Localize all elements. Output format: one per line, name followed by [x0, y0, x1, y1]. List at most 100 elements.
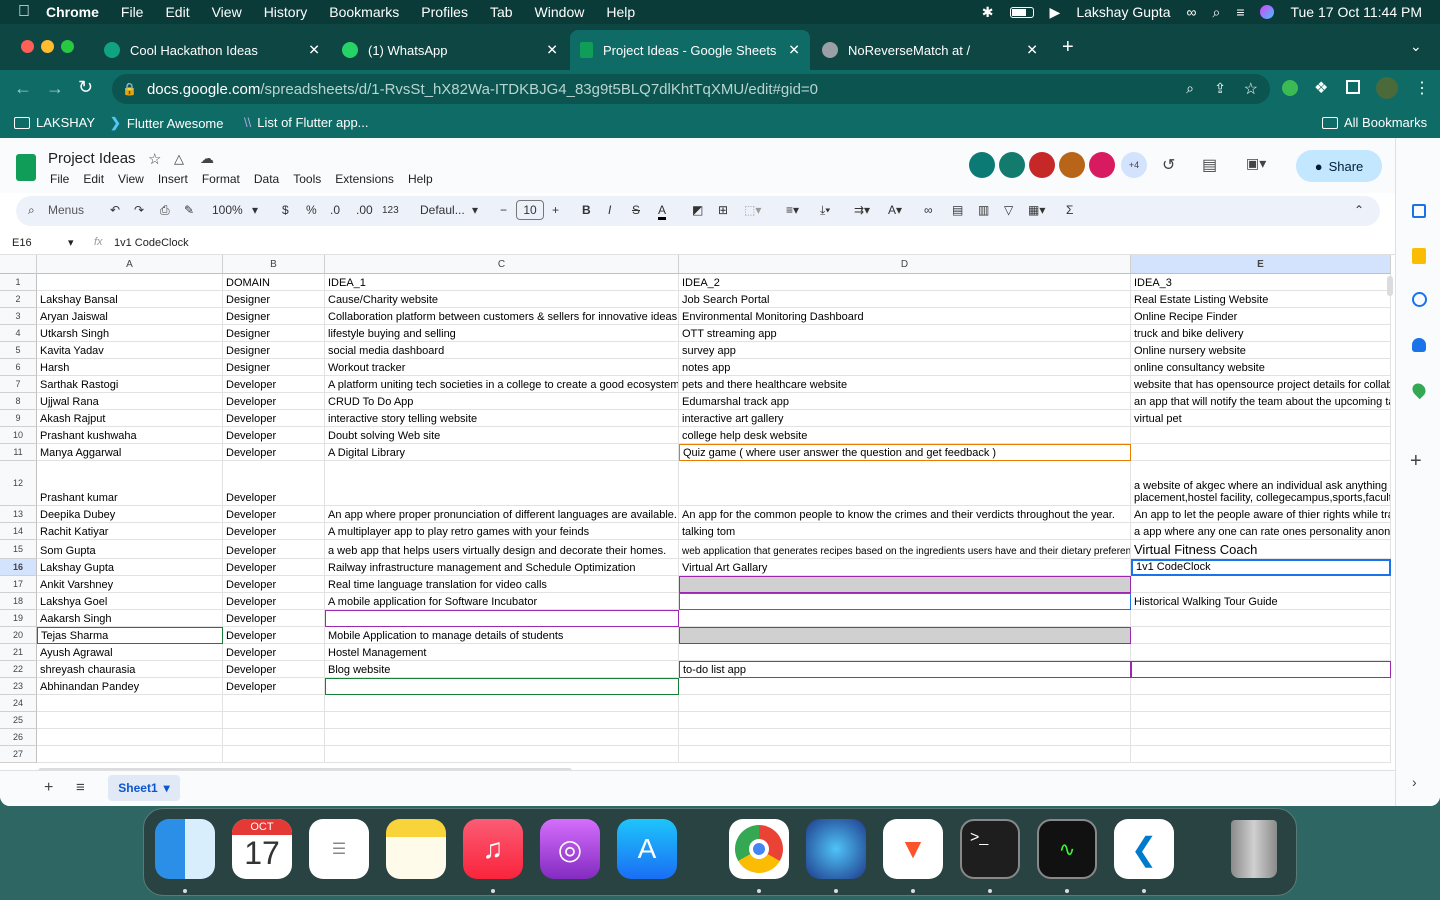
cell-d26[interactable] — [679, 729, 1131, 746]
cell-b24[interactable] — [223, 695, 325, 712]
row-header[interactable]: 18 — [0, 593, 37, 610]
notes-icon[interactable] — [386, 819, 446, 879]
menubar-profiles[interactable]: Profiles — [421, 4, 468, 20]
font-select[interactable]: Defaul... — [420, 203, 465, 217]
row-header[interactable]: 26 — [0, 729, 37, 746]
comments-icon[interactable]: ▤ — [1202, 155, 1217, 175]
app-store-icon[interactable]: A — [617, 819, 677, 879]
puzzle-icon[interactable]: ❖ — [1314, 78, 1328, 98]
cell-a23[interactable]: Abhinandan Pandey — [37, 678, 223, 695]
sheet-tab-sheet1[interactable]: Sheet1 ▾ — [108, 775, 180, 801]
borders-icon[interactable]: ⊞ — [718, 203, 728, 217]
row-header[interactable]: 8 — [0, 393, 37, 410]
music-icon[interactable]: ♫ — [463, 819, 523, 879]
menubar-bookmarks[interactable]: Bookmarks — [329, 4, 399, 20]
cell-b15[interactable]: Developer — [223, 540, 325, 559]
cell-e12[interactable]: a website of akgec where an individual a… — [1131, 461, 1391, 506]
decrease-decimal-button[interactable]: .0 — [330, 203, 340, 217]
cell-d11[interactable]: Quiz game ( where user answer the questi… — [679, 444, 1131, 461]
cell-e13[interactable]: An app to let the people aware of thier … — [1131, 506, 1391, 523]
text-color-icon[interactable]: A — [658, 203, 667, 220]
brave-icon[interactable]: ▼ — [883, 819, 943, 879]
cell-a21[interactable]: Ayush Agrawal — [37, 644, 223, 661]
menubar-view[interactable]: View — [212, 4, 242, 20]
column-header-d[interactable]: D — [679, 255, 1131, 274]
cell-a19[interactable]: Aakarsh Singh — [37, 610, 223, 627]
cell-c2[interactable]: Cause/Charity website — [325, 291, 679, 308]
cell-b14[interactable]: Developer — [223, 523, 325, 540]
vscode-icon[interactable]: ❮ — [1114, 819, 1174, 879]
cell-e4[interactable]: truck and bike delivery — [1131, 325, 1391, 342]
cell-b10[interactable]: Developer — [223, 427, 325, 444]
cell-b8[interactable]: Developer — [223, 393, 325, 410]
add-addon-icon[interactable]: + — [1410, 450, 1422, 473]
cell-b3[interactable]: Designer — [223, 308, 325, 325]
add-sheet-icon[interactable]: + — [44, 779, 53, 797]
tab-hackathon-ideas[interactable]: Cool Hackathon Ideas ✕ — [94, 32, 330, 68]
cell-b20[interactable]: Developer — [223, 627, 325, 644]
link-icon[interactable]: ∞ — [1186, 4, 1196, 20]
collapse-toolbar-icon[interactable]: ⌃ — [1354, 203, 1364, 217]
search-menus-input[interactable]: Menus — [48, 203, 84, 217]
maps-icon[interactable] — [1409, 380, 1429, 400]
increase-font-size-icon[interactable]: + — [552, 203, 559, 217]
cell-a14[interactable]: Rachit Katiyar — [37, 523, 223, 540]
collaborator-avatar[interactable] — [1059, 152, 1085, 178]
cell-d15[interactable]: web application that generates recipes b… — [679, 540, 1131, 559]
activity-monitor-icon[interactable]: ∿ — [1037, 819, 1097, 879]
bookmark-flutter-awesome[interactable]: ❯ Flutter Awesome — [110, 115, 224, 131]
cell-d21[interactable] — [679, 644, 1131, 661]
cell-c12[interactable] — [325, 461, 679, 506]
cell-c11[interactable]: A Digital Library — [325, 444, 679, 461]
bookmark-flutter-apps[interactable]: \\ List of Flutter app... — [244, 115, 369, 130]
select-all-corner[interactable] — [0, 255, 37, 274]
tab-project-ideas[interactable]: Project Ideas - Google Sheets ✕ — [570, 30, 810, 70]
more-formats-button[interactable]: 123 — [382, 205, 399, 216]
row-header[interactable]: 3 — [0, 308, 37, 325]
cell-a15[interactable]: Som Gupta — [37, 540, 223, 559]
cell-e20[interactable] — [1131, 627, 1391, 644]
cell-a27[interactable] — [37, 746, 223, 763]
cell-b17[interactable]: Developer — [223, 576, 325, 593]
cell-e10[interactable] — [1131, 427, 1391, 444]
undo-icon[interactable]: ↶ — [110, 203, 120, 217]
doc-menu-edit[interactable]: Edit — [83, 172, 104, 186]
doc-menu-help[interactable]: Help — [408, 172, 433, 186]
row-header[interactable]: 22 — [0, 661, 37, 678]
redo-icon[interactable]: ↷ — [134, 203, 144, 217]
cell-a1[interactable] — [37, 274, 223, 291]
cell-b1[interactable]: DOMAIN — [223, 274, 325, 291]
zoom-select[interactable]: 100% — [212, 203, 243, 217]
cell-e8[interactable]: an app that will notify the team about t… — [1131, 393, 1391, 410]
font-size-input[interactable]: 10 — [516, 200, 544, 220]
bookmark-all[interactable]: All Bookmarks — [1322, 115, 1427, 130]
collaborator-avatar[interactable] — [999, 152, 1025, 178]
play-icon[interactable]: ▶ — [1050, 4, 1061, 21]
menubar-tab[interactable]: Tab — [490, 4, 513, 20]
reload-icon[interactable]: ↻ — [78, 77, 93, 98]
row-header[interactable]: 11 — [0, 444, 37, 461]
cell-c25[interactable] — [325, 712, 679, 729]
formula-input[interactable]: 1v1 CodeClock — [114, 237, 189, 249]
percent-button[interactable]: % — [306, 203, 317, 217]
zoom-icon[interactable]: ⌕ — [1186, 80, 1194, 97]
cell-c26[interactable] — [325, 729, 679, 746]
row-header[interactable]: 6 — [0, 359, 37, 376]
vertical-scrollbar[interactable] — [1387, 276, 1393, 296]
contacts-icon[interactable] — [1412, 338, 1426, 352]
doc-menu-extensions[interactable]: Extensions — [335, 172, 394, 186]
share-page-icon[interactable]: ⇪ — [1214, 80, 1226, 97]
row-header[interactable]: 4 — [0, 325, 37, 342]
row-header[interactable]: 15 — [0, 540, 37, 559]
chrome-icon[interactable] — [729, 819, 789, 879]
cell-d13[interactable]: An app for the common people to know the… — [679, 506, 1131, 523]
cell-b26[interactable] — [223, 729, 325, 746]
cell-c5[interactable]: social media dashboard — [325, 342, 679, 359]
row-header[interactable]: 19 — [0, 610, 37, 627]
cell-c9[interactable]: interactive story telling website — [325, 410, 679, 427]
doc-menu-insert[interactable]: Insert — [158, 172, 188, 186]
cell-a20[interactable]: Tejas Sharma — [37, 627, 223, 644]
cell-e24[interactable] — [1131, 695, 1391, 712]
battery-icon[interactable] — [1009, 6, 1034, 18]
cell-e16[interactable]: 1v1 CodeClock — [1131, 559, 1391, 576]
